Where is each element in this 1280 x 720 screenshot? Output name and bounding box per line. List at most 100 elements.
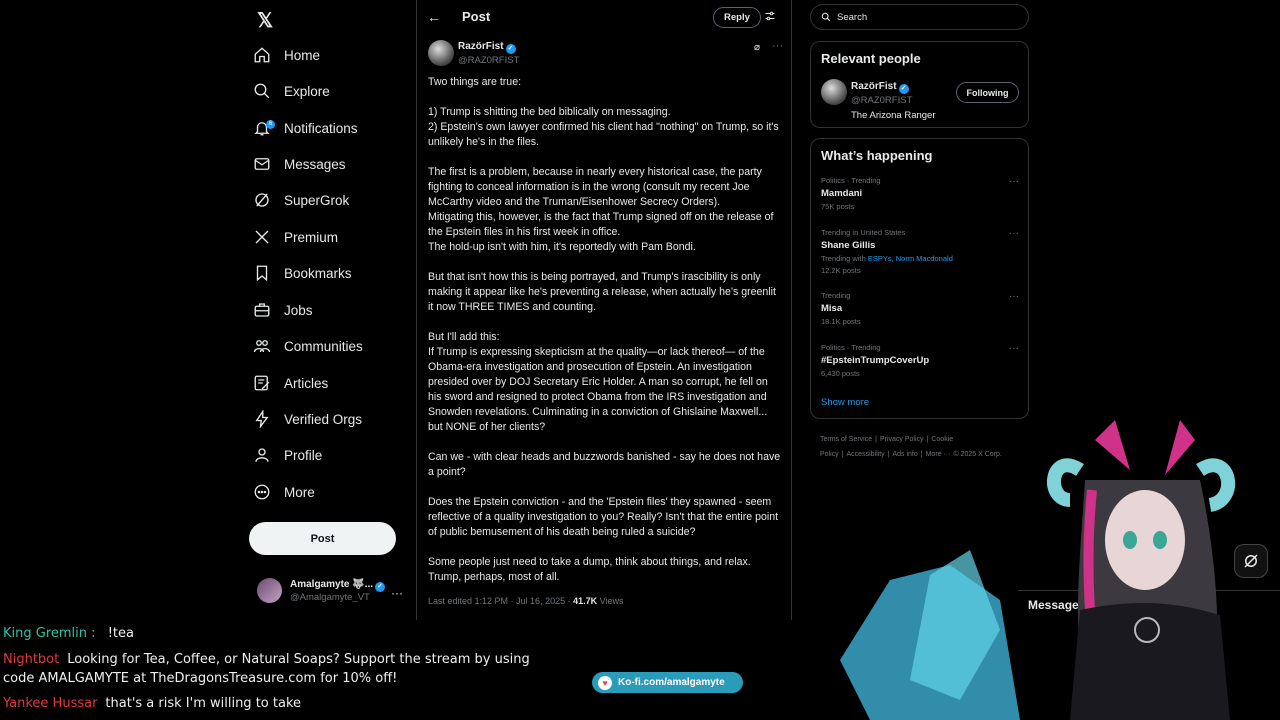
nav-communities-label: Communities	[284, 338, 363, 354]
trend-with-links[interactable]: ESPYs, Norm Macdonald	[868, 254, 953, 263]
vtuber-eye-right	[1153, 531, 1167, 549]
verified-icon: ✓	[505, 44, 516, 54]
trend-count: 12.2K posts	[821, 266, 861, 275]
nav-messages[interactable]: Messages	[253, 149, 346, 179]
vtuber-horn-left	[1047, 458, 1084, 507]
more-dots-icon[interactable]: ···	[1009, 228, 1019, 239]
search-bar[interactable]	[810, 4, 1029, 30]
author-handle[interactable]: @RAZ0RFIST	[458, 55, 519, 66]
grok-icon[interactable]: ⌀	[754, 42, 760, 53]
trend-count: 6,430 posts	[821, 369, 860, 378]
account-name-text: Amalgamyte 🐺...	[290, 578, 374, 590]
nav-bookmarks-label: Bookmarks	[284, 265, 352, 281]
trend-title: Shane Gillis	[821, 240, 876, 251]
more-dots-icon[interactable]: ···	[391, 586, 403, 600]
x-logo-icon	[255, 230, 269, 244]
chat-text: code AMALGAMYTE at TheDragonsTreasure.co…	[3, 671, 398, 686]
more-dots-icon[interactable]: ···	[1009, 176, 1019, 187]
more-dots-icon[interactable]: ···	[772, 40, 783, 52]
trend-item[interactable]: Trending in United States Shane Gillis T…	[821, 228, 1021, 275]
verified-icon: ✓	[898, 84, 909, 94]
kofi-label: Ko-fi.com/amalgamyte	[618, 677, 725, 688]
mail-icon	[254, 158, 270, 170]
more-dots-icon[interactable]: ···	[1009, 343, 1019, 354]
chat-message: Yankee Hussar that's a risk I'm willing t…	[3, 696, 301, 711]
nav-bookmarks[interactable]: Bookmarks	[253, 258, 352, 288]
nav-premium[interactable]: Premium	[253, 222, 338, 252]
back-arrow-icon[interactable]: ←	[427, 9, 441, 25]
more-circle-icon	[254, 484, 270, 500]
nav-home[interactable]: Home	[253, 40, 320, 70]
nav-jobs-label: Jobs	[284, 302, 313, 318]
nav-profile[interactable]: Profile	[253, 440, 322, 470]
search-icon	[254, 83, 270, 99]
page-title: Post	[462, 9, 491, 24]
relevant-people-card: Relevant people RazörFist ✓ @RAZ0RFIST Th…	[810, 41, 1029, 128]
nav-premium-label: Premium	[284, 229, 339, 245]
post-text: Two things are true: 1) Trump is shitting…	[428, 75, 783, 585]
trend-item[interactable]: Politics · Trending #EpsteinTrumpCoverUp…	[821, 343, 1021, 378]
post-column: ← Post Reply RazörFist ✓ @RAZ0RFIST ⌀ ···…	[416, 0, 792, 620]
author-avatar[interactable]	[428, 40, 454, 66]
search-icon	[821, 12, 831, 22]
nav-profile-label: Profile	[284, 447, 323, 463]
people-icon	[253, 340, 271, 353]
account-switcher[interactable]: Amalgamyte 🐺... ✓ @Amalgamyte_VT ···	[257, 578, 407, 603]
author-name[interactable]: RazörFist ✓	[458, 41, 516, 54]
nav-explore-label: Explore	[284, 83, 330, 99]
briefcase-icon	[254, 303, 270, 317]
relevant-people-title: Relevant people	[821, 51, 921, 66]
post-meta: Last edited 1:12 PM · Jul 16, 2025 · 41.…	[428, 596, 623, 606]
nav-communities[interactable]: Communities	[253, 331, 363, 361]
reply-button[interactable]: Reply	[713, 7, 761, 28]
post-paragraph: The hold-up isn't with him, it's reporte…	[428, 241, 696, 253]
vtuber-eye-left	[1123, 531, 1137, 549]
nav-articles[interactable]: Articles	[253, 368, 328, 398]
nav-supergrok[interactable]: SuperGrok	[253, 185, 349, 215]
vtuber-outfit	[1070, 603, 1230, 720]
account-name: Amalgamyte 🐺... ✓	[290, 578, 386, 592]
sliders-icon[interactable]	[764, 10, 776, 22]
post-paragraph: Two things are true:	[428, 76, 522, 88]
kofi-cup-icon: ♥	[598, 675, 612, 690]
nav-more[interactable]: More	[253, 477, 315, 507]
following-button[interactable]: Following	[956, 82, 1019, 103]
nav-verified-orgs[interactable]: Verified Orgs	[253, 404, 362, 434]
trend-title: Mamdani	[821, 188, 863, 199]
relevant-name: RazörFist ✓	[851, 81, 909, 94]
chat-message: Nightbot Looking for Tea, Coffee, or Natu…	[3, 652, 530, 667]
nav-notifications[interactable]: 6 Notifications	[253, 113, 358, 143]
chat-text: !tea	[107, 626, 134, 641]
whats-happening-title: What’s happening	[821, 148, 933, 163]
trend-item[interactable]: Politics · Trending Mamdani 75K posts ··…	[821, 176, 1021, 211]
post-timestamp[interactable]: Last edited 1:12 PM · Jul 16, 2025 ·	[428, 596, 573, 606]
post-paragraph: If Trump is expressing skepticism at the…	[428, 346, 768, 433]
post-header: ← Post Reply	[417, 0, 791, 34]
vtuber-avatar	[840, 420, 1235, 720]
post-button[interactable]: Post	[249, 522, 396, 555]
more-dots-icon[interactable]: ···	[1009, 291, 1019, 302]
author-name-text: RazörFist	[458, 41, 504, 52]
post-paragraph: Some people just need to take a dump, th…	[428, 556, 751, 583]
whats-happening-card: What’s happening Politics · Trending Mam…	[810, 138, 1029, 419]
post-views-count: 41.7K	[573, 596, 598, 606]
x-logo-icon[interactable]: 𝕏	[257, 8, 273, 33]
nav-home-label: Home	[284, 47, 321, 63]
trend-title: Misa	[821, 303, 843, 314]
nav-jobs[interactable]: Jobs	[253, 295, 313, 325]
nav-messages-label: Messages	[284, 156, 346, 172]
post-views-label: Views	[597, 596, 624, 606]
trend-item[interactable]: Trending Misa 18.1K posts ···	[821, 291, 1021, 326]
trend-context: Politics · Trending	[821, 343, 881, 352]
nav-explore[interactable]: Explore	[253, 76, 330, 106]
post-paragraph: 2) Epstein's own lawyer confirmed his cl…	[428, 121, 779, 148]
trend-context: Trending	[821, 291, 851, 300]
relevant-handle: @RAZ0RFIST	[851, 95, 913, 106]
search-input[interactable]	[837, 11, 1007, 23]
relevant-bio: The Arizona Ranger	[851, 110, 936, 121]
